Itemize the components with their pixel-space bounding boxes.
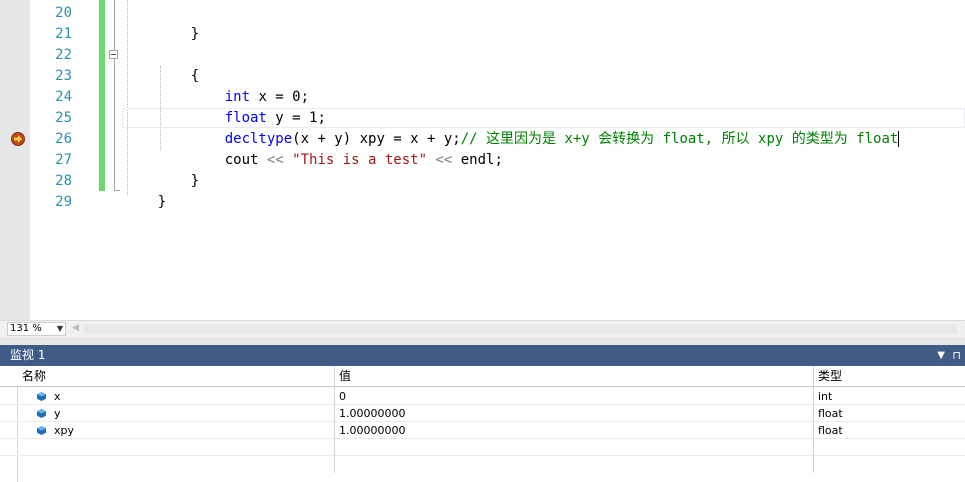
text-caret bbox=[898, 131, 900, 147]
line-number: 25 bbox=[55, 110, 72, 126]
table-row[interactable]: xpy 1.00000000 float bbox=[0, 422, 965, 439]
line-number: 20 bbox=[55, 5, 72, 21]
line-number: 22 bbox=[55, 47, 72, 63]
code-comment: // 这里因为是 x+y 会转换为 float, 所以 xpy 的类型为 flo… bbox=[460, 131, 899, 147]
code-text: } bbox=[190, 26, 200, 42]
line-number: 29 bbox=[55, 194, 72, 210]
code-text: } bbox=[157, 194, 167, 210]
code-editor[interactable]: 20 21 22 23 24 25 26 27 28 29 } { int x … bbox=[0, 0, 965, 320]
empty-watch-row[interactable] bbox=[0, 439, 965, 456]
operator: << bbox=[266, 152, 284, 168]
code-line-20[interactable]: } bbox=[157, 3, 199, 42]
column-header-name[interactable]: 名称 bbox=[17, 366, 334, 386]
column-header-value[interactable]: 值 bbox=[334, 366, 813, 386]
code-line-24[interactable]: float y = 1; bbox=[191, 87, 326, 126]
variable-icon bbox=[37, 392, 46, 401]
code-line-27[interactable]: } bbox=[157, 150, 199, 189]
table-row[interactable]: y 1.00000000 float bbox=[0, 405, 965, 422]
editor-status-bar: 131 % ▼ ◀ bbox=[0, 320, 965, 337]
line-number: 21 bbox=[55, 26, 72, 42]
code-line-26[interactable]: cout << "This is a test" << endl; bbox=[191, 129, 503, 168]
scroll-left-icon[interactable]: ◀ bbox=[72, 323, 79, 333]
watch-name: xpy bbox=[54, 424, 75, 437]
watch-value[interactable]: 1.00000000 bbox=[334, 422, 813, 439]
table-row[interactable]: x 0 int bbox=[0, 388, 965, 405]
current-statement-arrow-icon bbox=[11, 132, 25, 146]
pin-icon[interactable]: ⊓ bbox=[952, 345, 961, 366]
watch-type: float bbox=[818, 407, 843, 420]
column-divider[interactable] bbox=[334, 366, 335, 473]
indent-guide bbox=[127, 0, 128, 195]
watch-value[interactable]: 0 bbox=[334, 388, 813, 405]
panel-title: 监视 1 bbox=[10, 348, 46, 362]
code-line-22[interactable]: { bbox=[157, 45, 199, 84]
watch-value[interactable]: 1.00000000 bbox=[334, 405, 813, 422]
line-number: 28 bbox=[55, 173, 72, 189]
variable-icon bbox=[37, 426, 46, 435]
change-tracking-bar bbox=[99, 0, 105, 191]
breakpoint-gutter[interactable] bbox=[0, 0, 30, 320]
horizontal-scrollbar[interactable] bbox=[84, 324, 957, 334]
code-line-25[interactable]: decltype(x + y) xpy = x + y;// 这里因为是 x+y… bbox=[191, 108, 900, 147]
code-text: endl; bbox=[452, 152, 503, 168]
watch-name: y bbox=[54, 407, 61, 420]
code-text: cout bbox=[224, 152, 267, 168]
watch-name: x bbox=[54, 390, 61, 403]
outline-end-tick bbox=[114, 190, 120, 191]
code-line-28[interactable]: } bbox=[124, 171, 166, 210]
code-line-23[interactable]: int x = 0; bbox=[191, 66, 309, 105]
column-header-type[interactable]: 类型 bbox=[813, 366, 965, 386]
line-number: 24 bbox=[55, 89, 72, 105]
outline-line bbox=[114, 0, 115, 50]
variable-icon bbox=[37, 409, 46, 418]
watch-type: int bbox=[818, 390, 833, 403]
watch-panel-title-bar[interactable]: 监视 1 ▼ ⊓ bbox=[0, 345, 965, 366]
string-literal: "This is a test" bbox=[283, 152, 436, 168]
panel-splitter[interactable] bbox=[0, 337, 965, 345]
operator: << bbox=[435, 152, 453, 168]
collapse-toggle-icon[interactable] bbox=[109, 50, 118, 59]
zoom-level-dropdown[interactable]: 131 % ▼ bbox=[7, 322, 66, 336]
watch-panel: 监视 1 ▼ ⊓ 名称 值 类型 x 0 int y 1.00000000 fl… bbox=[0, 345, 965, 482]
chevron-down-icon: ▼ bbox=[56, 324, 63, 333]
outline-line bbox=[114, 59, 115, 190]
line-number: 23 bbox=[55, 68, 72, 84]
watch-column-header: 名称 值 类型 bbox=[0, 366, 965, 387]
watch-type: float bbox=[818, 424, 843, 437]
zoom-value: 131 % bbox=[10, 323, 42, 334]
line-number: 27 bbox=[55, 152, 72, 168]
window-position-dropdown-icon[interactable]: ▼ bbox=[937, 345, 945, 366]
code-text: } bbox=[190, 173, 200, 189]
line-number: 26 bbox=[55, 131, 72, 147]
column-divider[interactable] bbox=[813, 366, 814, 473]
